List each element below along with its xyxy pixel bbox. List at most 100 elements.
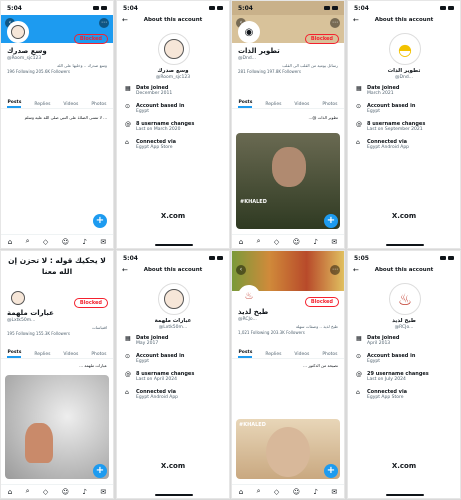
tab-videos[interactable]: Videos (63, 102, 78, 107)
grok-icon[interactable]: ◇ (274, 488, 279, 496)
tab-videos[interactable]: Videos (63, 352, 78, 357)
bottom-nav: ⌂ ⌕ ◇ ☺ ♪ ✉ (232, 484, 344, 498)
row-value: Egypt App Store (136, 145, 173, 150)
tab-replies[interactable]: Replies (265, 102, 281, 107)
about-rows: ▦ Date joined April 2013 ⊙ Account based in… (356, 335, 454, 407)
blocked-button[interactable]: Blocked (73, 298, 108, 308)
tab-replies[interactable]: Replies (265, 352, 281, 357)
row-value: Egypt (367, 109, 380, 114)
search-icon[interactable]: ⌕ (257, 237, 261, 246)
grok-icon[interactable]: ◇ (274, 238, 279, 246)
profile-screen-4: ‹ ⋯ ♨ Blocked طبخ لذيذ @RCJo... طبخ لذيذ … (231, 250, 345, 499)
row-value: Last on September 2021 (367, 127, 423, 132)
blocked-button[interactable]: Blocked (304, 297, 339, 307)
follow-stats[interactable]: 281 Following 197.8K Followers (238, 69, 338, 75)
row-connected-via: ⌂ Connected via Egypt App Store (125, 139, 223, 150)
tab-photos[interactable]: Photos (91, 102, 106, 107)
tab-posts[interactable]: Posts (7, 100, 22, 108)
follow-stats[interactable]: 1,021 Following 203.3K Followers (238, 330, 338, 336)
tab-replies[interactable]: Replies (34, 102, 50, 107)
follow-stats[interactable]: 196 Following 205.6K Followers (7, 69, 107, 75)
compose-button[interactable]: + (324, 214, 338, 228)
grok-icon[interactable]: ◇ (43, 488, 48, 496)
avatar[interactable] (7, 21, 29, 43)
profile-tabs: Posts Replies Videos Photos (232, 100, 344, 109)
bottom-nav: ⌂ ⌕ ◇ ☺ ♪ ✉ (1, 234, 113, 248)
tab-videos[interactable]: Videos (294, 352, 309, 357)
profile-name: تطوير الذات (238, 47, 280, 55)
video-player[interactable] (5, 375, 109, 479)
people-icon[interactable]: ☺ (62, 238, 69, 246)
home-icon[interactable]: ⌂ (239, 238, 243, 246)
avatar[interactable]: ◉ (238, 21, 260, 43)
avatar: ◓ (389, 33, 421, 65)
row-connected-via: ⌂ Connected via Egypt Android App (125, 389, 223, 400)
bell-icon[interactable]: ♪ (82, 488, 86, 496)
home-icon[interactable]: ⌂ (8, 488, 12, 496)
bell-icon[interactable]: ♪ (313, 238, 317, 246)
home-icon[interactable]: ⌂ (239, 488, 243, 496)
more-icon[interactable]: ⋯ (330, 265, 340, 275)
row-username-changes: @8 username changes Last on April 2024 (125, 371, 223, 382)
people-icon[interactable]: ☺ (62, 488, 69, 496)
blocked-button[interactable]: Blocked (304, 34, 339, 44)
people-icon[interactable]: ☺ (293, 238, 300, 246)
video-player[interactable]: #KHALED (236, 133, 340, 229)
tweet-text[interactable]: ... لا تنسى الصلاة على النبي صلى الله عل… (7, 115, 107, 121)
search-icon[interactable]: ⌕ (26, 237, 30, 246)
compose-button[interactable]: + (93, 464, 107, 478)
home-indicator (386, 244, 424, 246)
video-caption: #KHALED (240, 199, 267, 205)
search-icon[interactable]: ⌕ (26, 487, 30, 496)
avatar-face-icon (164, 289, 184, 309)
more-icon[interactable]: ⋯ (99, 18, 109, 28)
tab-photos[interactable]: Photos (322, 352, 337, 357)
bottom-nav: ⌂ ⌕ ◇ ☺ ♪ ✉ (1, 484, 113, 498)
tweet-text[interactable]: عبارات ملهمة ... (7, 363, 107, 369)
row-value: Egypt (367, 359, 380, 364)
tab-posts[interactable]: Posts (238, 350, 253, 358)
grok-icon[interactable]: ◇ (43, 238, 48, 246)
tweet-text[interactable]: نصيحة من الدكتور ... (238, 363, 338, 369)
link-icon: ⌂ (356, 389, 360, 396)
mail-icon[interactable]: ✉ (331, 238, 337, 246)
about-rows: ▦ Date joined March 2021 ⊙ Account based in… (356, 85, 454, 157)
follow-stats[interactable]: 195 Following 155.3K Followers (7, 331, 107, 337)
row-value: May 2017 (136, 341, 159, 346)
row-location: ⊙ Account based in Egypt (125, 353, 223, 364)
compose-button[interactable]: + (93, 214, 107, 228)
row-value: Egypt (136, 359, 149, 364)
profile-bio: اقتباسات 195 Following 155.3K Followers (7, 325, 107, 337)
tab-posts[interactable]: Posts (238, 100, 253, 108)
home-icon[interactable]: ⌂ (8, 238, 12, 246)
mail-icon[interactable]: ✉ (100, 488, 106, 496)
at-icon: @ (125, 371, 131, 378)
more-icon[interactable]: ⋯ (330, 18, 340, 28)
tab-posts[interactable]: Posts (7, 350, 22, 358)
avatar[interactable] (7, 287, 29, 309)
status-time: 5:04 (123, 254, 138, 262)
about-rows: ▦ Date joined December 2011 ⊙ Account based… (125, 85, 223, 157)
avatar[interactable]: ♨ (238, 285, 260, 307)
blocked-button[interactable]: Blocked (73, 34, 108, 44)
tab-photos[interactable]: Photos (91, 352, 106, 357)
mail-icon[interactable]: ✉ (100, 238, 106, 246)
profile-tabs: Posts Replies Videos Photos (1, 100, 113, 109)
banner-text: لا يحكيك قوله : لا تحزن إن الله معنا (8, 256, 106, 276)
row-value: Egypt App Store (367, 395, 404, 400)
tab-videos[interactable]: Videos (294, 102, 309, 107)
account-handle: @Room_sjc123 (155, 75, 191, 80)
chef-icon: ♨ (244, 290, 254, 302)
bell-icon[interactable]: ♪ (313, 488, 317, 496)
mail-icon[interactable]: ✉ (331, 488, 337, 496)
people-icon[interactable]: ☺ (293, 488, 300, 496)
tab-photos[interactable]: Photos (322, 102, 337, 107)
tab-replies[interactable]: Replies (34, 352, 50, 357)
search-icon[interactable]: ⌕ (257, 487, 261, 496)
tweet-text[interactable]: تطوير الذات @... (238, 115, 338, 121)
back-icon[interactable]: ‹ (236, 265, 246, 275)
avatar (158, 33, 190, 65)
compose-button[interactable]: + (324, 464, 338, 478)
account-handle: @Dnd... (395, 75, 413, 80)
bell-icon[interactable]: ♪ (82, 238, 86, 246)
